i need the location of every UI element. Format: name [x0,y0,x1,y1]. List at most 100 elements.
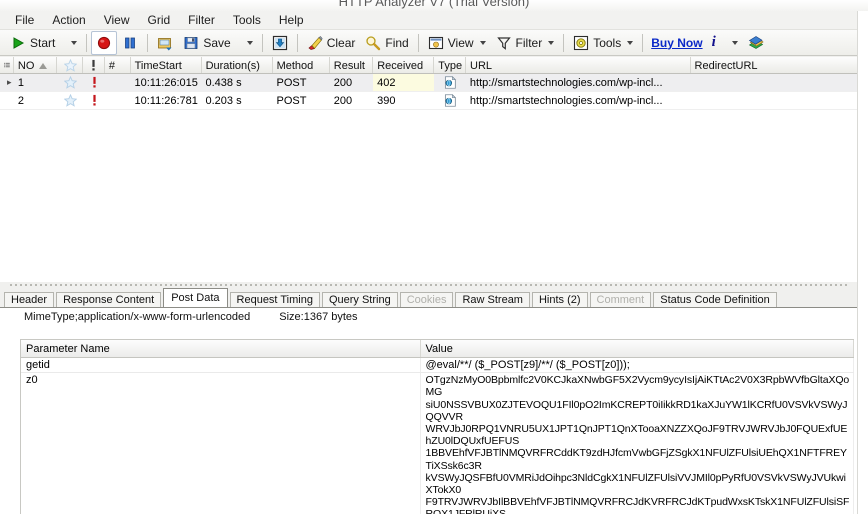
row-favorite-toggle[interactable] [57,92,83,109]
exclamation-icon [93,94,96,106]
lower-right-edge [864,288,868,514]
toolbar-separator-1 [86,33,88,52]
table-row[interactable]: 2 10:11:26:781 0.203 s POST 200 390 http… [0,92,858,110]
toolbar-separator-5 [417,33,419,52]
menu-bar: File Action View Grid Filter Tools Help [0,11,868,30]
row-redirecturl [691,92,858,109]
export-button[interactable] [267,31,293,55]
post-data-row[interactable]: getid @eval/**/ ($_POST[z9]/**/ ($_POST[… [21,358,854,374]
post-data-param-name: z0 [21,373,421,514]
row-received: 402 [373,74,435,91]
window-title: HTTP Analyzer V7 (Trial Version) [338,0,530,9]
post-data-param-name: getid [21,358,421,373]
post-data-header-parameter-name[interactable]: Parameter Name [21,340,421,357]
start-button[interactable]: Start [5,31,60,55]
grid-header-alert[interactable] [83,57,105,73]
grid-header-hash[interactable]: # [105,57,131,73]
post-data-info-line: MimeType;application/x-www-form-urlencod… [0,308,858,326]
play-icon [10,35,26,51]
table-row[interactable]: ▸ 1 10:11:26:015 0.438 s POST 200 402 ht… [0,74,858,92]
tab-status-code-definition[interactable]: Status Code Definition [653,292,777,307]
menu-item-grid[interactable]: Grid [139,11,180,30]
books-icon [748,35,764,51]
pause-icon [122,35,138,51]
menu-item-file[interactable]: File [6,11,43,30]
toolbar-separator-2 [147,33,149,52]
grid-header-type[interactable]: Type [434,57,466,73]
grid-header-timestart[interactable]: TimeStart [131,57,202,73]
pause-button[interactable] [117,31,143,55]
grid-header-received[interactable]: Received [373,57,435,73]
toolbar-separator-4 [296,33,298,52]
row-indicator: ▸ [0,74,14,91]
tab-hints[interactable]: Hints (2) [531,292,588,307]
tab-request-timing[interactable]: Request Timing [229,292,320,307]
post-data-param-value: OTgzNzMyO0Bpbmlfc2V0KCJkaXNwbGF5X2Vycm9y… [421,373,854,514]
chevron-down-icon [479,40,486,45]
start-dropdown-button[interactable] [60,31,82,55]
help-books-button[interactable] [743,31,769,55]
current-row-arrow-icon: ▸ [7,77,12,87]
search-icon [365,35,381,51]
menu-item-action[interactable]: Action [43,11,94,30]
view-label: View [447,35,474,50]
chevron-down-icon [246,40,253,45]
info-dropdown-button[interactable] [721,31,743,55]
menu-item-tools[interactable]: Tools [224,11,270,30]
grid-header-redirecturl[interactable]: RedirectURL [691,57,858,73]
post-data-mimetype: MimeType;application/x-www-form-urlencod… [24,311,251,323]
grid-column-menu-button[interactable] [0,57,14,73]
post-data-param-value: @eval/**/ ($_POST[z9]/**/ ($_POST[z0])); [421,358,854,373]
menu-item-filter[interactable]: Filter [179,11,224,30]
save-button[interactable]: Save [178,31,235,55]
row-no: 2 [17,94,25,107]
buy-now-link[interactable]: Buy Now [651,36,702,50]
grid-header-method[interactable]: Method [273,57,330,73]
export-down-icon [272,35,288,51]
row-timestart: 10:11:26:015 [134,76,198,89]
splitter-grip [10,284,848,286]
grid-header-duration[interactable]: Duration(s) [202,57,273,73]
row-url: http://smartstechnologies.com/wp-incl... [469,94,663,107]
row-favorite-toggle[interactable] [57,74,83,91]
post-data-size: Size:1367 bytes [279,311,358,323]
clear-button[interactable]: Clear [302,31,361,55]
find-button[interactable]: Find [360,31,413,55]
save-dropdown-button[interactable] [236,31,258,55]
tab-post-data[interactable]: Post Data [163,288,228,307]
menu-item-view[interactable]: View [95,11,139,30]
open-button[interactable] [152,31,178,55]
stop-record-icon [96,35,112,51]
grid-header-favorite[interactable] [57,57,84,73]
post-data-header-value[interactable]: Value [421,340,854,357]
toolbar: Start Save Clear Find View Filter Tools … [0,30,868,56]
row-result: 200 [333,94,353,107]
document-type-icon [445,94,457,107]
grid-header-url[interactable]: URL [466,57,691,73]
view-button[interactable]: View [423,31,491,55]
document-type-icon [445,76,457,89]
tools-button[interactable]: Tools [568,31,638,55]
tools-gear-icon [573,35,589,51]
exclamation-icon [93,76,96,88]
row-url: http://smartstechnologies.com/wp-incl... [469,76,663,89]
filter-button[interactable]: Filter [491,31,560,55]
tab-raw-stream[interactable]: Raw Stream [455,292,530,307]
menu-item-help[interactable]: Help [270,11,313,30]
grid-header-result[interactable]: Result [330,57,374,73]
stop-button[interactable] [91,30,118,55]
tab-header[interactable]: Header [4,292,55,307]
post-data-row[interactable]: z0 OTgzNzMyO0Bpbmlfc2V0KCJkaXNwbGF5X2Vyc… [21,373,854,514]
sort-ascending-icon [39,62,48,69]
open-folder-icon [157,35,173,51]
grid-header-no[interactable]: NO [14,57,58,73]
info-icon[interactable]: i [707,34,721,51]
tab-query-string[interactable]: Query String [321,292,398,307]
tab-response-content[interactable]: Response Content [56,292,162,307]
clear-label: Clear [326,35,356,50]
view-window-icon [428,35,444,51]
filter-label: Filter [515,35,543,50]
funnel-icon [496,35,512,51]
row-alert-icon-cell [83,74,105,91]
grid-header-no-label: NO [17,59,35,72]
